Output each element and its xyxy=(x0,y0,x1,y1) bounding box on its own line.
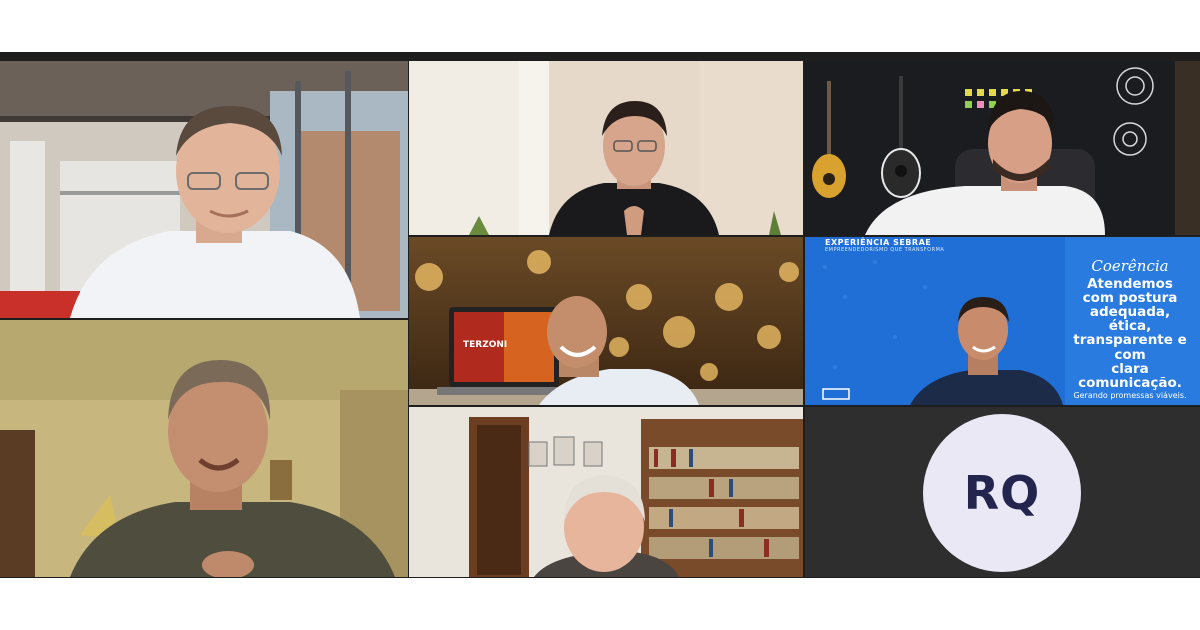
participant-1-video xyxy=(0,61,408,318)
video-tile-participant-6[interactable]: EXPERIÊNCIA SEBRAE EMPREENDEDORISMO QUE … xyxy=(805,237,1200,405)
coerencia-banner: Coerência Atendemos com postura adequada… xyxy=(1070,257,1190,401)
participant-5-video xyxy=(409,237,803,405)
participant-7-video xyxy=(409,407,803,577)
banner-small-text: Gerando promessas viáveis. xyxy=(1073,391,1187,401)
meeting-video-grid: TERZONI EXPERIÊNCIA SEBRAE EMPREENDEDORI… xyxy=(0,52,1200,578)
laptop-terzoni-logo: TERZONI xyxy=(463,340,508,350)
video-tile-participant-7[interactable] xyxy=(409,407,803,577)
video-tile-participant-4[interactable] xyxy=(0,320,408,577)
banner-title: Coerência xyxy=(1091,257,1169,275)
sebrae-brand-subtitle: EMPREENDEDORISMO QUE TRANSFORMA xyxy=(825,247,945,253)
participant-initials-avatar: RQ xyxy=(923,414,1081,572)
video-tile-participant-1[interactable] xyxy=(0,61,408,318)
participant-2-video xyxy=(409,61,803,235)
video-tile-participant-5[interactable]: TERZONI xyxy=(409,237,803,405)
participant-3-video xyxy=(805,61,1200,235)
video-tile-participant-8[interactable]: RQ xyxy=(805,407,1200,577)
video-tile-participant-3[interactable] xyxy=(805,61,1200,235)
banner-main-text: Atendemos com postura adequada, ética, t… xyxy=(1073,275,1187,391)
sebrae-background-brand: EXPERIÊNCIA SEBRAE EMPREENDEDORISMO QUE … xyxy=(825,238,944,253)
sebrae-brand-text: EXPERIÊNCIA SEBRAE xyxy=(825,238,932,247)
video-tile-participant-2[interactable] xyxy=(409,61,803,235)
participant-4-video xyxy=(0,320,408,577)
